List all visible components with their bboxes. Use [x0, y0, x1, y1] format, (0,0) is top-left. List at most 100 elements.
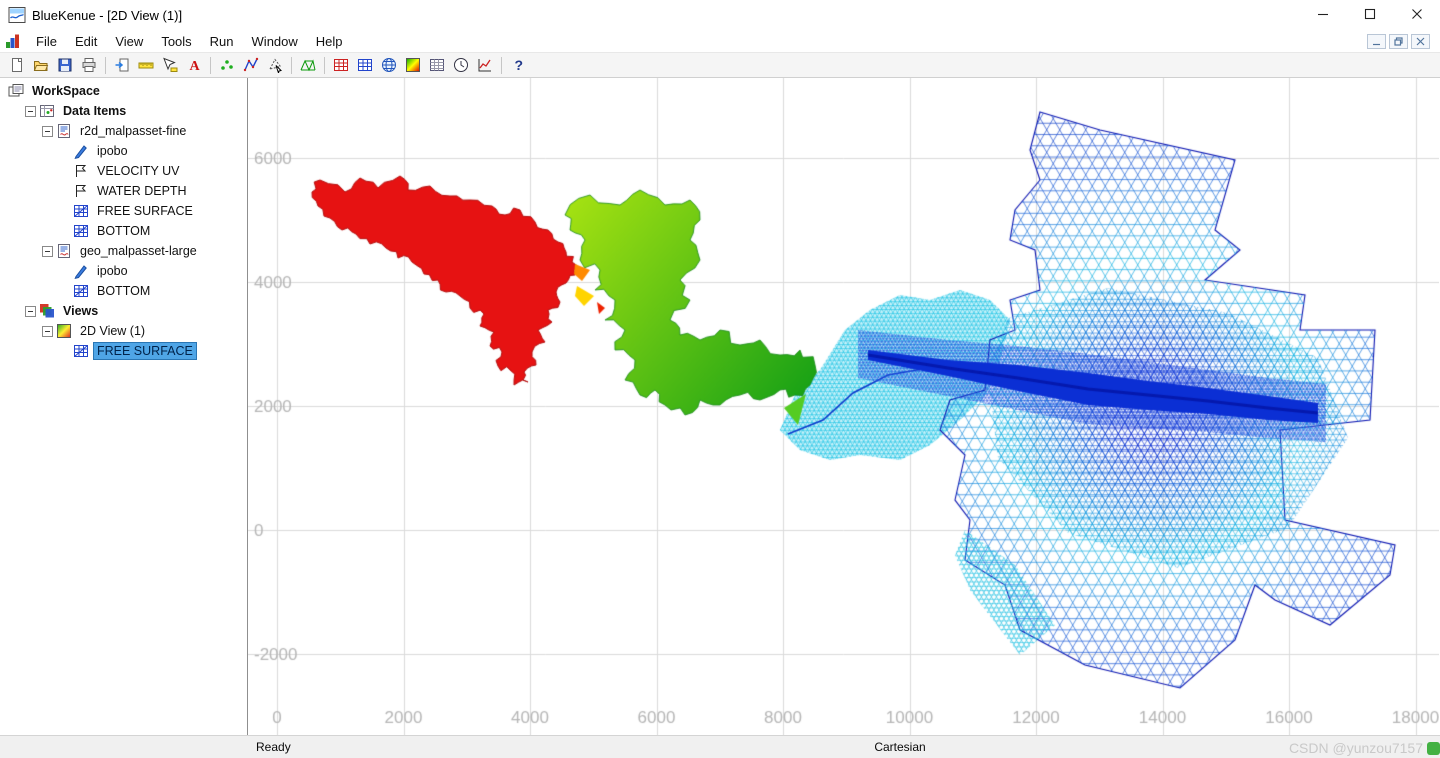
tree-item-label: ipobo	[97, 264, 128, 278]
tree-item-label: VELOCITY UV	[97, 164, 180, 178]
tree-item-workspace[interactable]: WorkSpace	[0, 81, 247, 101]
ipobo-icon	[73, 263, 89, 279]
svg-text:A: A	[190, 59, 201, 73]
tree-item-label: BOTTOM	[97, 284, 151, 298]
data-items-icon	[39, 103, 55, 119]
tree-item-bottom[interactable]: BOTTOM	[0, 221, 247, 241]
mesh2-icon	[73, 343, 89, 359]
mdi-minimize-button[interactable]	[1367, 33, 1386, 49]
menu-tools[interactable]: Tools	[152, 32, 200, 52]
animator-icon	[453, 57, 469, 73]
maximize-button[interactable]	[1346, 0, 1393, 30]
new-polyline-button[interactable]	[239, 54, 263, 76]
help-button[interactable]: ?	[506, 54, 530, 76]
2d-view-canvas[interactable]	[248, 78, 1439, 735]
open-file-button[interactable]	[29, 54, 53, 76]
tree-item-velocity-uv[interactable]: VELOCITY UV	[0, 161, 247, 181]
menu-file[interactable]: File	[27, 32, 66, 52]
minimize-button[interactable]	[1299, 0, 1346, 30]
polygon-select-button[interactable]	[263, 54, 287, 76]
tree-item-bottom[interactable]: BOTTOM	[0, 281, 247, 301]
new-mesh-icon	[300, 57, 316, 73]
data-table-icon	[429, 57, 445, 73]
tree-item-free-surface[interactable]: FREE SURFACE	[0, 341, 247, 361]
mesh2-icon	[73, 223, 89, 239]
tree-collapse-toggle[interactable]	[42, 245, 53, 257]
tree-item-views[interactable]: Views	[0, 301, 247, 321]
tree-item-geo-malpasset-large[interactable]: geo_malpasset-large	[0, 241, 247, 261]
minimize-icon	[1317, 8, 1329, 23]
2d-view-area	[248, 78, 1440, 735]
tree-item-2d-view-1-[interactable]: 2D View (1)	[0, 321, 247, 341]
tree-item-label: Views	[63, 304, 99, 318]
tree-item-free-surface[interactable]: FREE SURFACE	[0, 201, 247, 221]
tree-collapse-toggle[interactable]	[42, 125, 53, 137]
ipobo-icon	[73, 143, 89, 159]
toolbar-separator	[324, 56, 325, 74]
tree-collapse-toggle[interactable]	[25, 105, 36, 117]
tree-item-label: r2d_malpasset-fine	[80, 124, 187, 138]
map-blue-grid-button[interactable]	[353, 54, 377, 76]
animator-button[interactable]	[449, 54, 473, 76]
tree-collapse-toggle[interactable]	[25, 305, 36, 317]
maximize-icon	[1364, 8, 1376, 23]
save-file-icon	[57, 57, 73, 73]
tree-item-label: BOTTOM	[97, 224, 151, 238]
graph-view-icon	[477, 57, 493, 73]
data-table-button[interactable]	[425, 54, 449, 76]
toolbar-separator	[210, 56, 211, 74]
print-button[interactable]	[77, 54, 101, 76]
mesh2-icon	[73, 283, 89, 299]
new-points-icon	[219, 57, 235, 73]
svg-text:?: ?	[515, 57, 524, 73]
views-icon	[39, 303, 55, 319]
new-mesh-button[interactable]	[296, 54, 320, 76]
tree-item-ipobo[interactable]: ipobo	[0, 141, 247, 161]
map-red-grid-icon	[333, 57, 349, 73]
tree-item-label: 2D View (1)	[80, 324, 146, 338]
toolbar-separator	[501, 56, 502, 74]
new-file-icon	[9, 57, 25, 73]
text-label-button[interactable]: A	[182, 54, 206, 76]
map-red-grid-button[interactable]	[329, 54, 353, 76]
menu-help[interactable]: Help	[307, 32, 352, 52]
tree-item-r2d-malpasset-fine[interactable]: r2d_malpasset-fine	[0, 121, 247, 141]
colour-scale-button[interactable]	[401, 54, 425, 76]
new-points-button[interactable]	[215, 54, 239, 76]
colour-scale-icon	[405, 57, 421, 73]
tree-item-label: Data Items	[63, 104, 127, 118]
menu-items: File Edit View Tools Run Window Help	[27, 34, 352, 49]
graph-view-button[interactable]	[473, 54, 497, 76]
watermark: CSDN @yunzou7157	[1289, 740, 1440, 756]
close-button[interactable]	[1393, 0, 1440, 30]
measure-ruler-button[interactable]	[134, 54, 158, 76]
tree-collapse-toggle[interactable]	[42, 325, 53, 337]
save-file-button[interactable]	[53, 54, 77, 76]
menu-run[interactable]: Run	[201, 32, 243, 52]
projection-globe-button[interactable]	[377, 54, 401, 76]
close-icon	[1411, 8, 1423, 23]
tree-item-water-depth[interactable]: WATER DEPTH	[0, 181, 247, 201]
tree-item-label: WATER DEPTH	[97, 184, 187, 198]
workspace-tree-panel: WorkSpace Data Items r2d_malpasset-fineipo…	[0, 78, 248, 735]
tree-item-data-items[interactable]: Data Items	[0, 101, 247, 121]
mdi-close-button[interactable]	[1411, 33, 1430, 49]
watermark-logo-icon	[1427, 741, 1440, 755]
new-file-button[interactable]	[5, 54, 29, 76]
mdi-restore-button[interactable]	[1389, 33, 1408, 49]
selafin-icon	[56, 123, 72, 139]
vector-icon	[73, 183, 89, 199]
menu-view[interactable]: View	[106, 32, 152, 52]
menu-window[interactable]: Window	[243, 32, 307, 52]
tree-item-ipobo[interactable]: ipobo	[0, 261, 247, 281]
text-label-icon: A	[186, 57, 202, 74]
menu-edit[interactable]: Edit	[66, 32, 106, 52]
mdi-window-controls	[1367, 33, 1440, 49]
map-blue-grid-icon	[357, 57, 373, 73]
projection-globe-icon	[381, 57, 397, 73]
status-coordinate-system: Cartesian	[874, 740, 926, 754]
import-button[interactable]	[110, 54, 134, 76]
workspace-icon	[8, 83, 24, 99]
import-icon	[114, 57, 130, 73]
probe-button[interactable]	[158, 54, 182, 76]
